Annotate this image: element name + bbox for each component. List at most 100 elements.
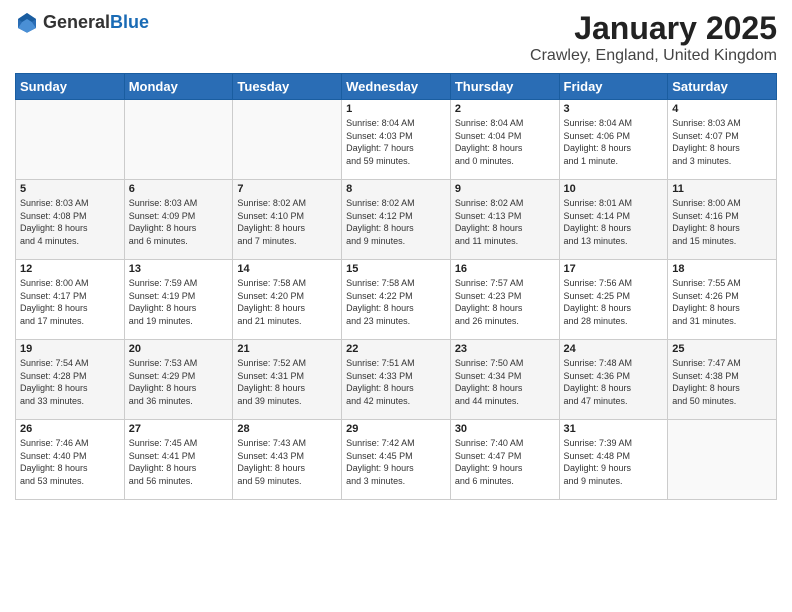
calendar-table: SundayMondayTuesdayWednesdayThursdayFrid… [15,73,777,500]
day-header-sunday: Sunday [16,74,125,100]
day-cell: 20Sunrise: 7:53 AM Sunset: 4:29 PM Dayli… [124,340,233,420]
day-number: 3 [564,103,664,115]
logo-icon [15,10,39,34]
day-header-monday: Monday [124,74,233,100]
day-info: Sunrise: 7:48 AM Sunset: 4:36 PM Dayligh… [564,357,664,407]
day-cell: 2Sunrise: 8:04 AM Sunset: 4:04 PM Daylig… [450,100,559,180]
title-block: January 2025 Crawley, England, United Ki… [530,10,777,65]
day-info: Sunrise: 8:02 AM Sunset: 4:12 PM Dayligh… [346,197,446,247]
week-row-2: 5 Sunrise: 8:03 AM Sunset: 4:08 PM Daylig… [16,180,777,260]
calendar-title: January 2025 [530,10,777,47]
day-cell: 1 Sunrise: 8:04 AM Sunset: 4:03 PM Daylig… [342,100,451,180]
week-row-4: 19 Sunrise: 7:54 AM Sunset: 4:28 PM Dayli… [16,340,777,420]
day-cell: 28Sunrise: 7:43 AM Sunset: 4:43 PM Dayli… [233,420,342,500]
day-cell: 22 Sunrise: 7:51 AM Sunset: 4:33 PM Dayli… [342,340,451,420]
day-info: Sunrise: 7:40 AM Sunset: 4:47 PM Dayligh… [455,437,555,487]
logo-text: GeneralBlue [43,12,149,33]
day-info: Sunrise: 8:04 AM Sunset: 4:04 PM Dayligh… [455,117,555,167]
logo-general: General [43,12,110,32]
day-cell: 30Sunrise: 7:40 AM Sunset: 4:47 PM Dayli… [450,420,559,500]
day-info: Sunrise: 8:02 AM Sunset: 4:13 PM Dayligh… [455,197,555,247]
day-cell: 17 Sunrise: 7:56 AM Sunset: 4:25 PM Dayli… [559,260,668,340]
day-cell: 15 Sunrise: 7:58 AM Sunset: 4:22 PM Dayli… [342,260,451,340]
day-cell [668,420,777,500]
day-cell: 11 Sunrise: 8:00 AM Sunset: 4:16 PM Dayli… [668,180,777,260]
day-cell: 7Sunrise: 8:02 AM Sunset: 4:10 PM Daylig… [233,180,342,260]
day-cell [16,100,125,180]
day-number: 6 [129,183,229,195]
day-cell [124,100,233,180]
day-info: Sunrise: 7:54 AM Sunset: 4:28 PM Dayligh… [20,357,120,407]
day-cell: 6 Sunrise: 8:03 AM Sunset: 4:09 PM Daylig… [124,180,233,260]
day-number: 1 [346,103,446,115]
day-header-saturday: Saturday [668,74,777,100]
day-info: Sunrise: 7:55 AM Sunset: 4:26 PM Dayligh… [672,277,772,327]
day-header-wednesday: Wednesday [342,74,451,100]
day-info: Sunrise: 7:39 AM Sunset: 4:48 PM Dayligh… [564,437,664,487]
day-number: 20 [129,343,229,355]
day-info: Sunrise: 7:43 AM Sunset: 4:43 PM Dayligh… [237,437,337,487]
day-number: 23 [455,343,555,355]
day-info: Sunrise: 7:59 AM Sunset: 4:19 PM Dayligh… [129,277,229,327]
logo: GeneralBlue [15,10,149,34]
day-number: 4 [672,103,772,115]
day-cell: 9Sunrise: 8:02 AM Sunset: 4:13 PM Daylig… [450,180,559,260]
day-number: 19 [20,343,120,355]
day-info: Sunrise: 8:03 AM Sunset: 4:08 PM Dayligh… [20,197,120,247]
page: GeneralBlue January 2025 Crawley, Englan… [0,0,792,612]
day-info: Sunrise: 7:47 AM Sunset: 4:38 PM Dayligh… [672,357,772,407]
day-cell: 16 Sunrise: 7:57 AM Sunset: 4:23 PM Dayli… [450,260,559,340]
day-info: Sunrise: 8:03 AM Sunset: 4:07 PM Dayligh… [672,117,772,167]
day-info: Sunrise: 8:01 AM Sunset: 4:14 PM Dayligh… [564,197,664,247]
day-cell: 31 Sunrise: 7:39 AM Sunset: 4:48 PM Dayli… [559,420,668,500]
day-header-row: SundayMondayTuesdayWednesdayThursdayFrid… [16,74,777,100]
day-cell: 19 Sunrise: 7:54 AM Sunset: 4:28 PM Dayli… [16,340,125,420]
day-cell: 4 Sunrise: 8:03 AM Sunset: 4:07 PM Daylig… [668,100,777,180]
day-number: 5 [20,183,120,195]
day-number: 31 [564,423,664,435]
day-info: Sunrise: 7:58 AM Sunset: 4:20 PM Dayligh… [237,277,337,327]
day-cell: 5 Sunrise: 8:03 AM Sunset: 4:08 PM Daylig… [16,180,125,260]
day-info: Sunrise: 8:03 AM Sunset: 4:09 PM Dayligh… [129,197,229,247]
day-info: Sunrise: 7:45 AM Sunset: 4:41 PM Dayligh… [129,437,229,487]
calendar-subtitle: Crawley, England, United Kingdom [530,47,777,65]
day-number: 13 [129,263,229,275]
day-number: 25 [672,343,772,355]
day-number: 15 [346,263,446,275]
day-cell: 23 Sunrise: 7:50 AM Sunset: 4:34 PM Dayli… [450,340,559,420]
day-number: 11 [672,183,772,195]
day-info: Sunrise: 7:42 AM Sunset: 4:45 PM Dayligh… [346,437,446,487]
day-info: Sunrise: 7:58 AM Sunset: 4:22 PM Dayligh… [346,277,446,327]
day-header-thursday: Thursday [450,74,559,100]
day-cell: 25 Sunrise: 7:47 AM Sunset: 4:38 PM Dayli… [668,340,777,420]
day-header-friday: Friday [559,74,668,100]
day-info: Sunrise: 7:56 AM Sunset: 4:25 PM Dayligh… [564,277,664,327]
day-number: 24 [564,343,664,355]
day-header-tuesday: Tuesday [233,74,342,100]
day-info: Sunrise: 8:00 AM Sunset: 4:16 PM Dayligh… [672,197,772,247]
day-cell: 12 Sunrise: 8:00 AM Sunset: 4:17 PM Dayli… [16,260,125,340]
day-cell: 26Sunrise: 7:46 AM Sunset: 4:40 PM Dayli… [16,420,125,500]
day-cell: 29Sunrise: 7:42 AM Sunset: 4:45 PM Dayli… [342,420,451,500]
day-number: 22 [346,343,446,355]
day-cell: 10Sunrise: 8:01 AM Sunset: 4:14 PM Dayli… [559,180,668,260]
day-cell: 21Sunrise: 7:52 AM Sunset: 4:31 PM Dayli… [233,340,342,420]
day-info: Sunrise: 7:57 AM Sunset: 4:23 PM Dayligh… [455,277,555,327]
day-number: 12 [20,263,120,275]
day-info: Sunrise: 8:00 AM Sunset: 4:17 PM Dayligh… [20,277,120,327]
day-info: Sunrise: 7:51 AM Sunset: 4:33 PM Dayligh… [346,357,446,407]
day-cell: 27Sunrise: 7:45 AM Sunset: 4:41 PM Dayli… [124,420,233,500]
day-number: 26 [20,423,120,435]
day-cell [233,100,342,180]
day-info: Sunrise: 7:50 AM Sunset: 4:34 PM Dayligh… [455,357,555,407]
day-number: 17 [564,263,664,275]
logo-blue: Blue [110,12,149,32]
day-number: 8 [346,183,446,195]
day-cell: 18Sunrise: 7:55 AM Sunset: 4:26 PM Dayli… [668,260,777,340]
day-cell: 3Sunrise: 8:04 AM Sunset: 4:06 PM Daylig… [559,100,668,180]
day-info: Sunrise: 7:52 AM Sunset: 4:31 PM Dayligh… [237,357,337,407]
day-info: Sunrise: 8:04 AM Sunset: 4:03 PM Dayligh… [346,117,446,167]
day-number: 7 [237,183,337,195]
day-cell: 13 Sunrise: 7:59 AM Sunset: 4:19 PM Dayli… [124,260,233,340]
day-number: 16 [455,263,555,275]
